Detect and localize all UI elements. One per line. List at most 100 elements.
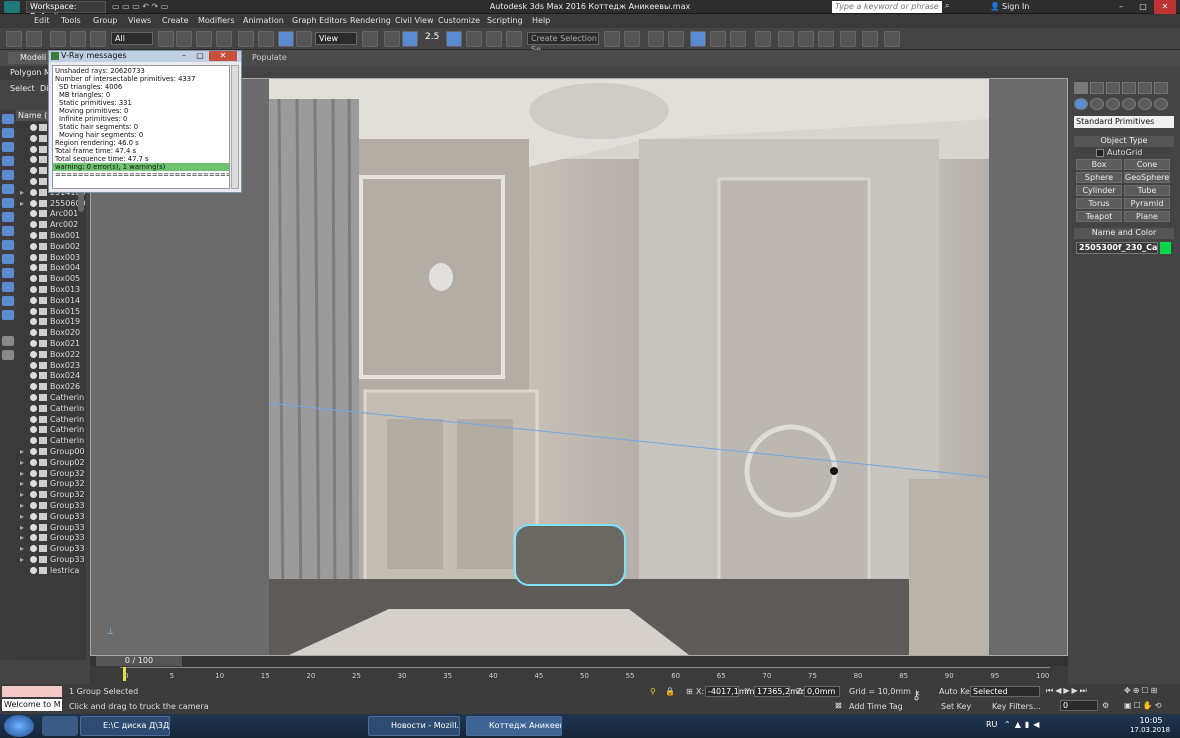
modify-tab-icon[interactable]	[1090, 82, 1104, 94]
ie-taskbar-icon[interactable]	[42, 716, 78, 736]
menu-create[interactable]: Create	[162, 16, 189, 25]
menu-group[interactable]: Group	[93, 16, 117, 25]
expand-arrow-icon[interactable]: ▸	[20, 446, 24, 457]
mirror-icon[interactable]	[604, 31, 620, 47]
taskbar-firefox[interactable]: Новости - Mozill...	[368, 716, 460, 736]
tab-modeling[interactable]: Modeli	[8, 52, 48, 64]
key-selection-dropdown[interactable]: Selected	[970, 686, 1040, 697]
y-coordinate-field[interactable]: 17365,2mm	[754, 686, 806, 697]
visibility-icon[interactable]	[30, 458, 37, 466]
explorer-row[interactable]: Catherin	[16, 403, 86, 414]
expand-arrow-icon[interactable]: ▸	[20, 500, 24, 511]
visibility-icon[interactable]	[30, 124, 37, 131]
set-key-mode-icon[interactable]: ⚷	[912, 688, 921, 702]
visibility-icon[interactable]	[30, 286, 37, 293]
material-editor-icon[interactable]	[755, 31, 771, 47]
explorer-row[interactable]: ▸ Group33	[16, 532, 86, 543]
display-bones-icon[interactable]	[2, 226, 14, 236]
sphere-button[interactable]: Sphere	[1076, 172, 1122, 183]
visibility-icon[interactable]	[30, 523, 37, 531]
visibility-icon[interactable]	[30, 383, 37, 391]
menu-tools[interactable]: Tools	[61, 16, 81, 25]
select-by-name-icon[interactable]	[176, 31, 192, 47]
find-icon[interactable]	[2, 350, 14, 360]
geometry-category-icon[interactable]	[1074, 98, 1088, 110]
edit-named-sets-icon[interactable]	[506, 31, 522, 47]
explorer-row[interactable]: ▸ Group00	[16, 446, 86, 457]
cameras-category-icon[interactable]	[1122, 98, 1136, 110]
graphite-toggle-icon[interactable]	[668, 31, 684, 47]
search-input[interactable]: Type a keyword or phrase	[832, 1, 942, 13]
selection-filter-dropdown[interactable]: All	[111, 32, 153, 45]
link-icon[interactable]	[50, 31, 66, 47]
selection-lock-icon[interactable]: 🔒	[665, 687, 675, 696]
menu-civil-view[interactable]: Civil View	[395, 16, 434, 25]
time-slider[interactable]: 0 / 100	[96, 656, 182, 666]
visibility-icon[interactable]	[30, 502, 37, 509]
menu-rendering[interactable]: Rendering	[350, 16, 391, 25]
display-lights-icon[interactable]	[2, 142, 14, 152]
align-icon[interactable]	[624, 31, 640, 47]
isolate-selection-icon[interactable]: ⚲	[650, 687, 656, 696]
explorer-row[interactable]: ▸ Group32	[16, 468, 86, 479]
visibility-icon[interactable]	[30, 221, 37, 229]
visibility-icon[interactable]	[30, 534, 37, 542]
visibility-icon[interactable]	[30, 556, 37, 563]
display-tab-icon[interactable]	[1138, 82, 1152, 94]
expand-arrow-icon[interactable]: ▸	[20, 554, 24, 565]
expand-arrow-icon[interactable]: ▸	[20, 198, 24, 209]
rect-selection-icon[interactable]	[196, 31, 212, 47]
explorer-row[interactable]: ▸ Group02	[16, 457, 86, 468]
edge-taskbar-icon[interactable]	[254, 716, 282, 736]
viewport-navigation-icons-2[interactable]: ▣☐✋⟲	[1124, 701, 1163, 710]
display-groups-icon[interactable]	[2, 198, 14, 208]
explorer-row[interactable]: Arc002	[16, 219, 86, 230]
hierarchy-tab-icon[interactable]	[1106, 82, 1120, 94]
time-configuration-icon[interactable]: ⚙	[1102, 701, 1109, 710]
input-language[interactable]: RU	[986, 720, 997, 729]
reference-coordinate-dropdown[interactable]: View	[315, 32, 357, 45]
explorer-row[interactable]: Box026	[16, 381, 86, 392]
visibility-icon[interactable]	[30, 426, 37, 434]
bind-spacewarp-icon[interactable]	[90, 31, 106, 47]
close-button[interactable]: ✕	[1154, 0, 1176, 14]
display-spacewarps-icon[interactable]	[2, 184, 14, 194]
primitive-type-dropdown[interactable]: Standard Primitives	[1074, 116, 1174, 128]
explorer-row[interactable]: Box023	[16, 360, 86, 371]
undo-icon[interactable]	[6, 31, 22, 47]
autogrid-checkbox[interactable]	[1096, 149, 1104, 157]
clock-date[interactable]: 17.03.2018	[1128, 726, 1172, 734]
move-icon[interactable]	[238, 31, 254, 47]
track-bar[interactable]: 0 5 10 15 20 25 30 35 40 45 50 55 60 65 70 75 80 85 90 95 10…	[120, 667, 1050, 683]
taskbar-explorer[interactable]: E:\С диска Д\3Д а...	[80, 716, 170, 736]
visibility-icon[interactable]	[30, 296, 37, 304]
tab-populate[interactable]: Populate	[252, 53, 287, 62]
expand-arrow-icon[interactable]: ▸	[20, 532, 24, 543]
visibility-icon[interactable]	[30, 210, 37, 218]
menu-edit[interactable]: Edit	[34, 16, 50, 25]
teapot-button[interactable]: Teapot	[1076, 211, 1122, 222]
visibility-icon[interactable]	[30, 178, 37, 185]
object-color-swatch[interactable]	[1160, 242, 1171, 254]
display-none-icon[interactable]	[2, 296, 14, 306]
maximize-button[interactable]: ▢	[1132, 0, 1154, 14]
menu-graph-editors[interactable]: Graph Editors	[292, 16, 347, 25]
named-selection-set-dropdown[interactable]: Create Selection Se	[527, 32, 599, 54]
helpers-category-icon[interactable]	[1138, 98, 1152, 110]
visibility-icon[interactable]	[30, 188, 37, 196]
display-frozen-icon[interactable]	[2, 254, 14, 264]
expand-arrow-icon[interactable]: ▸	[20, 478, 24, 489]
curve-editor-icon[interactable]	[710, 31, 726, 47]
key-filters-button[interactable]: Key Filters...	[992, 702, 1041, 711]
torus-button[interactable]: Torus	[1076, 198, 1122, 209]
explorer-row[interactable]: ▸ Group33	[16, 500, 86, 511]
angle-snap-icon[interactable]	[446, 31, 462, 47]
object-name-field[interactable]: 2505300f_230_Carpe	[1076, 242, 1158, 254]
set-key-button[interactable]: Set Key	[941, 702, 971, 711]
explorer-row[interactable]: Box003	[16, 252, 86, 263]
manipulate-icon[interactable]	[384, 31, 400, 47]
explorer-row[interactable]: ▸ Group33	[16, 511, 86, 522]
display-containers-icon[interactable]	[2, 240, 14, 250]
explorer-row[interactable]: Box014	[16, 295, 86, 306]
visibility-icon[interactable]	[30, 145, 37, 153]
